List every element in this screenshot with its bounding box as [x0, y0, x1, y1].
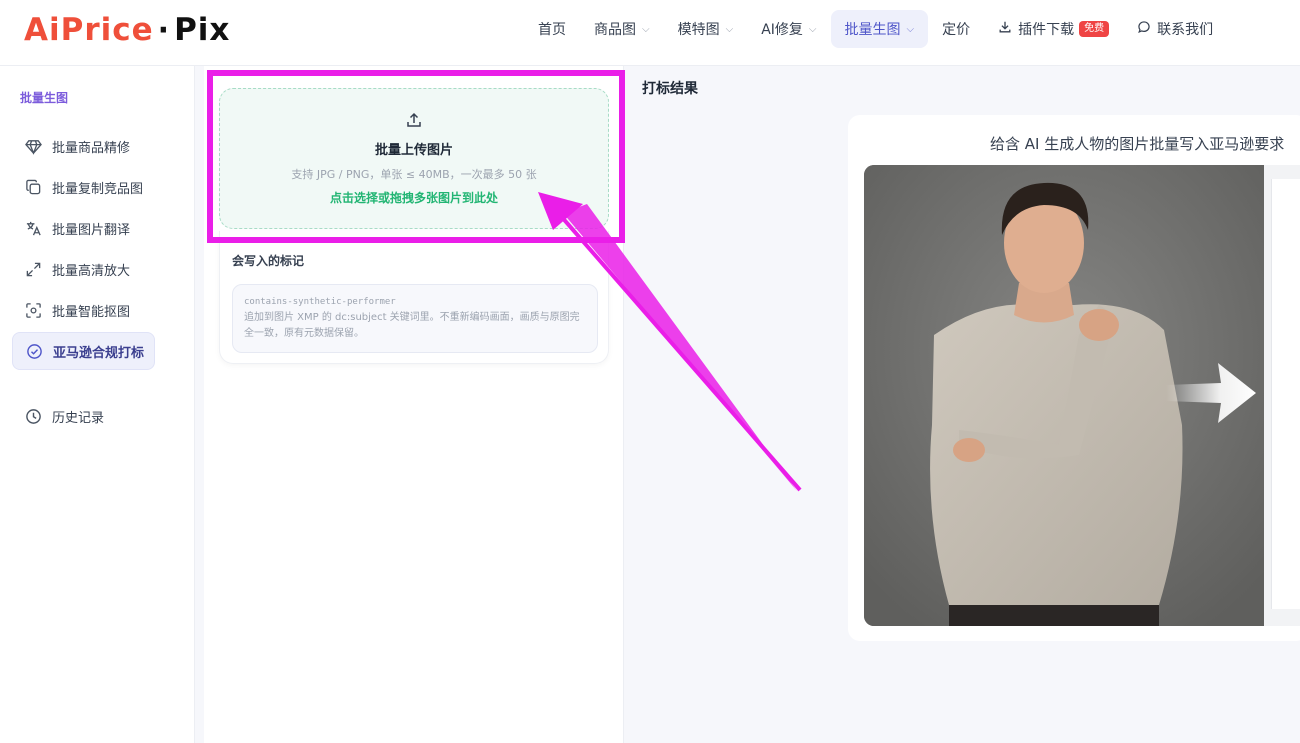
sidebar-item-batch-retouch[interactable]: 批量商品精修: [12, 127, 155, 165]
logo-text-pix: Pix: [174, 12, 231, 48]
check-circle-icon: [25, 342, 43, 360]
nav-pricing[interactable]: 定价: [928, 10, 984, 48]
nav-product[interactable]: 商品图 ⌵: [580, 10, 664, 48]
chevron-down-icon: ⌵: [906, 23, 915, 35]
upload-subtitle: 支持 JPG / PNG，单张 ≤ 40MB，一次最多 50 张: [291, 168, 537, 181]
nav-pricing-label: 定价: [942, 22, 971, 38]
result-title: 打标结果: [642, 81, 698, 97]
sidebar-item-label: 批量复制竞品图: [52, 181, 144, 197]
nav-plugin-label: 插件下载: [1018, 22, 1075, 38]
chevron-down-icon: ⌵: [808, 23, 817, 35]
nav-product-label: 商品图: [594, 22, 636, 38]
sidebar-item-label: 历史记录: [52, 410, 105, 426]
sidebar-item-label: 批量智能抠图: [52, 304, 131, 320]
transform-arrow-icon: [1166, 363, 1256, 423]
nav-home-label: 首页: [538, 22, 566, 38]
result-card: 给含 AI 生成人物的图片批量写入亚马逊要求: [848, 115, 1300, 641]
upload-icon: [220, 111, 608, 129]
sidebar-item-amazon-compliance[interactable]: 亚马逊合规打标: [12, 332, 155, 370]
upload-panel: 批量上传图片 支持 JPG / PNG，单张 ≤ 40MB，一次最多 50 张 …: [204, 66, 624, 743]
nav-batch-label: 批量生图: [844, 22, 901, 38]
nav-model-label: 模特图: [677, 22, 720, 38]
sidebar-item-label: 批量图片翻译: [52, 222, 131, 238]
sidebar-item-batch-copy[interactable]: 批量复制竞品图: [12, 168, 155, 206]
marks-title: 会写入的标记: [232, 254, 305, 268]
sidebar-item-batch-cutout[interactable]: 批量智能抠图: [12, 291, 155, 329]
nav-model[interactable]: 模特图 ⌵: [664, 10, 748, 48]
sidebar-item-label: 亚马逊合规打标: [53, 345, 145, 361]
result-preview: [1271, 179, 1300, 609]
sidebar-item-batch-upscale[interactable]: 批量高清放大: [12, 250, 155, 288]
download-icon: [998, 20, 1012, 38]
sidebar-item-history[interactable]: 历史记录: [12, 397, 155, 435]
sidebar-item-label: 批量高清放大: [52, 263, 131, 279]
chevron-down-icon: ⌵: [725, 23, 734, 35]
nav-contact[interactable]: 联系我们: [1123, 10, 1227, 48]
copy-icon: [24, 178, 42, 196]
nav-ai-repair-label: AI修复: [761, 22, 803, 38]
nav-batch[interactable]: 批量生图 ⌵: [830, 10, 929, 48]
nav-home[interactable]: 首页: [524, 10, 580, 48]
sidebar-section-title: 批量生图: [20, 91, 69, 105]
upload-dropzone[interactable]: 批量上传图片 支持 JPG / PNG，单张 ≤ 40MB，一次最多 50 张 …: [219, 88, 609, 229]
marks-card: 会写入的标记 contains-synthetic-performer 追加到图…: [219, 231, 609, 364]
logo-text-main: AiPrice: [24, 12, 154, 48]
expand-icon: [24, 260, 42, 278]
logo[interactable]: AiPrice · Pix: [24, 12, 230, 48]
result-preview-strip: [1264, 165, 1300, 626]
marks-box: contains-synthetic-performer 追加到图片 XMP 的…: [232, 284, 598, 353]
top-header: AiPrice · Pix 首页 商品图 ⌵ 模特图 ⌵ AI修复 ⌵ 批量生图 ⌵ 定…: [0, 0, 1300, 66]
logo-dot: ·: [157, 12, 171, 48]
main-nav: 首页 商品图 ⌵ 模特图 ⌵ AI修复 ⌵ 批量生图 ⌵ 定价 插件下载 免费 联系我们: [524, 10, 1227, 48]
upload-select-link[interactable]: 点击选择或拖拽多张图片到此处: [220, 189, 608, 206]
sidebar: 批量生图 批量商品精修 批量复制竞品图 批量图片翻译 批量高清放大 批量智能抠图: [0, 66, 195, 743]
diamond-icon: [24, 137, 42, 155]
free-badge: 免费: [1079, 21, 1110, 37]
marks-description: 追加到图片 XMP 的 dc:subject 关键词里。不重新编码画面，画质与原…: [244, 312, 580, 339]
nav-ai-repair[interactable]: AI修复 ⌵: [747, 10, 830, 48]
translate-icon: [24, 219, 42, 237]
marks-keyword: contains-synthetic-performer: [244, 297, 396, 307]
chat-bubble-icon: [1137, 20, 1151, 38]
result-caption: 给含 AI 生成人物的图片批量写入亚马逊要求: [990, 135, 1285, 153]
chevron-down-icon: ⌵: [642, 23, 650, 35]
sidebar-item-batch-translate[interactable]: 批量图片翻译: [12, 209, 155, 247]
upload-title: 批量上传图片: [374, 143, 453, 158]
clock-icon: [24, 407, 42, 425]
sidebar-item-label: 批量商品精修: [52, 140, 131, 156]
nav-contact-label: 联系我们: [1157, 22, 1214, 38]
nav-plugin[interactable]: 插件下载 免费: [984, 10, 1123, 48]
focus-icon: [24, 301, 42, 319]
